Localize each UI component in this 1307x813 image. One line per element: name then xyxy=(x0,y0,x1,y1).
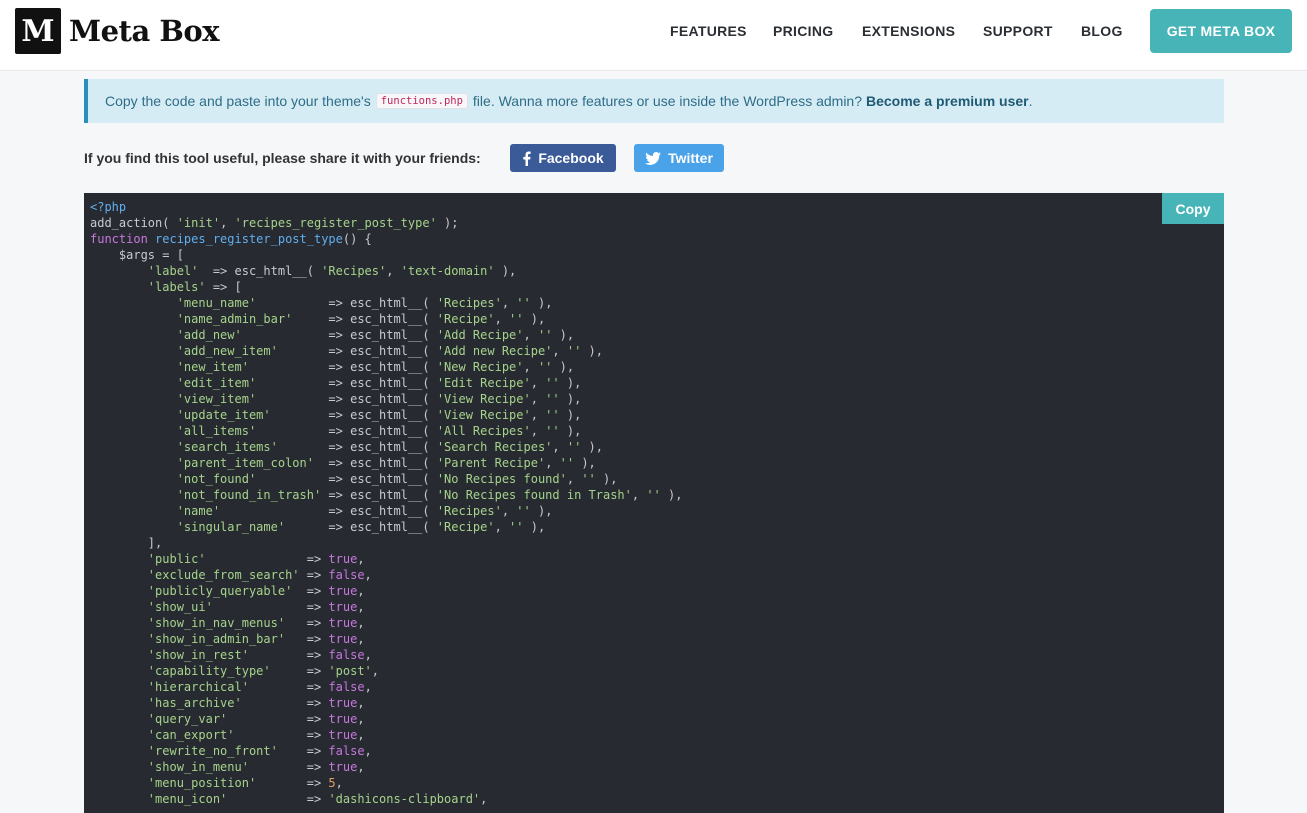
code-line: $args = [ xyxy=(90,248,184,262)
copy-button[interactable]: Copy xyxy=(1162,193,1224,224)
nav-pricing[interactable]: PRICING xyxy=(773,23,833,39)
twitter-share-button[interactable]: Twitter xyxy=(634,144,724,172)
notice-code: functions.php xyxy=(375,93,468,109)
code-block[interactable]: <?php add_action( 'init', 'recipes_regist… xyxy=(84,193,1224,813)
code-line: 'name_admin_bar' => esc_html__( 'Recipe'… xyxy=(176,312,546,326)
code-line: 'menu_icon' => 'dashicons-clipboard', xyxy=(147,792,488,806)
logo-text: Meta Box xyxy=(69,14,219,48)
code-line: add_action( 'init', 'recipes_register_po… xyxy=(90,216,459,230)
code-line: 'exclude_from_search' => false, xyxy=(147,568,372,582)
nav-extensions[interactable]: EXTENSIONS xyxy=(862,23,955,39)
site-header: M Meta Box FEATURES PRICING EXTENSIONS S… xyxy=(0,0,1307,71)
code-line: 'labels' => [ xyxy=(147,280,242,294)
code-line: 'can_export' => true, xyxy=(147,728,365,742)
code-line: 'all_items' => esc_html__( 'All Recipes'… xyxy=(176,424,582,438)
code-line: 'capability_type' => 'post', xyxy=(147,664,380,678)
facebook-label: Facebook xyxy=(538,150,604,166)
code-line: 'add_new' => esc_html__( 'Add Recipe', '… xyxy=(176,328,575,342)
code-line: 'menu_name' => esc_html__( 'Recipes', ''… xyxy=(176,296,553,310)
code-line: 'public' => true, xyxy=(147,552,365,566)
notice-text-after: file. Wanna more features or use inside … xyxy=(472,93,862,109)
code-line: 'singular_name' => esc_html__( 'Recipe',… xyxy=(176,520,546,534)
share-label: If you find this tool useful, please sha… xyxy=(84,150,481,166)
code-line: 'has_archive' => true, xyxy=(147,696,365,710)
notice-banner: Copy the code and paste into your theme'… xyxy=(84,79,1224,123)
code-line: 'show_in_nav_menus' => true, xyxy=(147,616,365,630)
nav-support[interactable]: SUPPORT xyxy=(983,23,1053,39)
code-line: 'publicly_queryable' => true, xyxy=(147,584,365,598)
notice-end: . xyxy=(1028,93,1033,109)
nav-blog[interactable]: BLOG xyxy=(1081,23,1123,39)
logo-mark-icon: M xyxy=(15,8,61,54)
code-line: 'new_item' => esc_html__( 'New Recipe', … xyxy=(176,360,575,374)
get-meta-box-button[interactable]: GET META BOX xyxy=(1150,9,1292,53)
code-line: 'edit_item' => esc_html__( 'Edit Recipe'… xyxy=(176,376,582,390)
twitter-icon xyxy=(645,151,662,165)
code-line: <?php xyxy=(90,200,127,214)
twitter-label: Twitter xyxy=(668,150,713,166)
code-line: 'rewrite_no_front' => false, xyxy=(147,744,372,758)
code-line: 'show_in_admin_bar' => true, xyxy=(147,632,365,646)
code-line: 'menu_position' => 5, xyxy=(147,776,343,790)
code-line: function recipes_register_post_type() { xyxy=(90,232,372,246)
code-line: 'show_in_menu' => true, xyxy=(147,760,365,774)
facebook-icon xyxy=(522,151,531,166)
logo[interactable]: M Meta Box xyxy=(15,8,219,54)
code-line: 'not_found' => esc_html__( 'No Recipes f… xyxy=(176,472,618,486)
code-line: 'parent_item_colon' => esc_html__( 'Pare… xyxy=(176,456,596,470)
code-line: 'name' => esc_html__( 'Recipes', '' ), xyxy=(176,504,553,518)
code-line: 'search_items' => esc_html__( 'Search Re… xyxy=(176,440,603,454)
share-bar: If you find this tool useful, please sha… xyxy=(84,144,724,172)
code-line: 'view_item' => esc_html__( 'View Recipe'… xyxy=(176,392,582,406)
notice-text: Copy the code and paste into your theme'… xyxy=(105,93,371,109)
code-line: 'query_var' => true, xyxy=(147,712,365,726)
code-line: 'add_new_item' => esc_html__( 'Add new R… xyxy=(176,344,603,358)
code-line: 'update_item' => esc_html__( 'View Recip… xyxy=(176,408,582,422)
code-line: 'hierarchical' => false, xyxy=(147,680,372,694)
code-line: 'show_in_rest' => false, xyxy=(147,648,372,662)
code-line: 'not_found_in_trash' => esc_html__( 'No … xyxy=(176,488,683,502)
premium-link[interactable]: Become a premium user xyxy=(866,93,1029,109)
code-line: 'show_ui' => true, xyxy=(147,600,365,614)
code-content: <?php add_action( 'init', 'recipes_regist… xyxy=(90,199,682,807)
facebook-share-button[interactable]: Facebook xyxy=(510,144,616,172)
code-line: 'label' => esc_html__( 'Recipes', 'text-… xyxy=(147,264,517,278)
nav-features[interactable]: FEATURES xyxy=(670,23,747,39)
code-line: ], xyxy=(90,536,163,550)
